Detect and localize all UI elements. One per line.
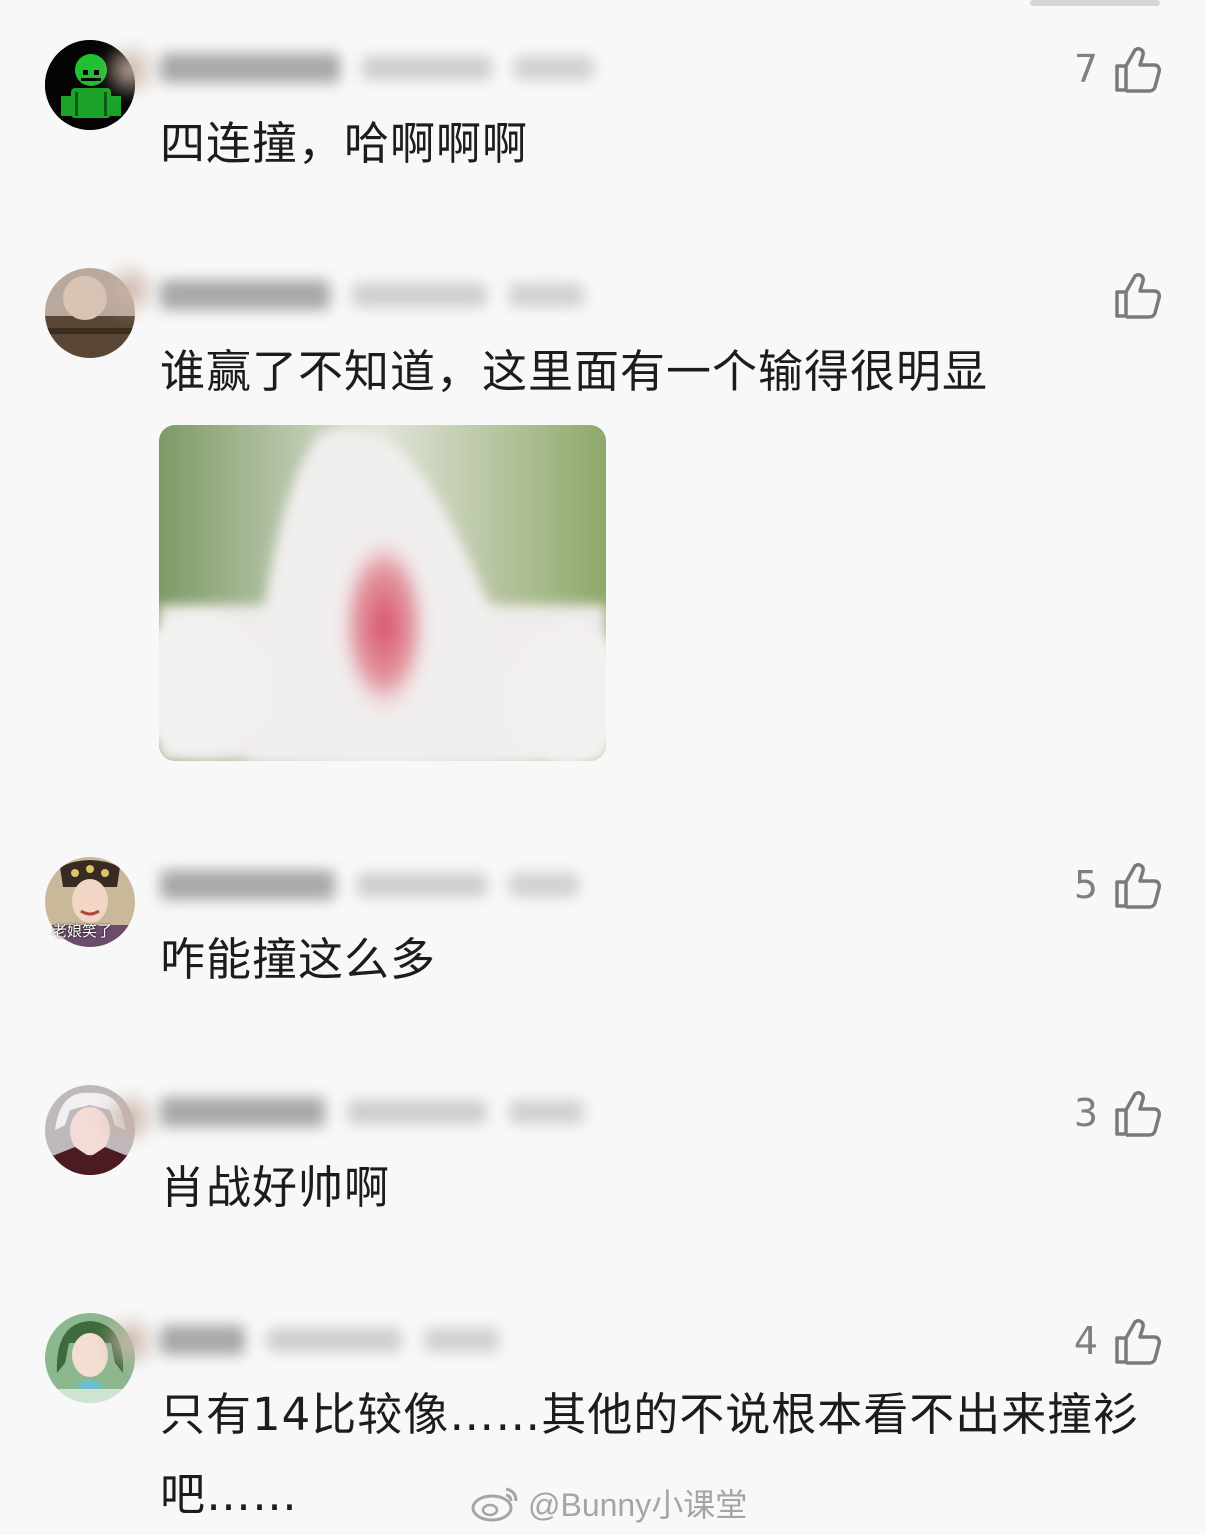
- watermark-text: @Bunny小课堂: [528, 1487, 748, 1523]
- username-blurred: [160, 280, 330, 310]
- user-meta-blurred: [160, 1092, 584, 1132]
- comment-image[interactable]: [159, 425, 606, 761]
- white-fluffy-cat-ear-photo: [159, 425, 606, 761]
- like-count: 3: [1073, 1091, 1098, 1135]
- avatar-blur-overlay: [100, 260, 160, 320]
- weibo-logo-icon: [471, 1487, 518, 1522]
- username-blurred: [160, 1325, 245, 1355]
- like-button[interactable]: 4: [1074, 1316, 1162, 1366]
- thumbs-up-icon: [1115, 1319, 1161, 1365]
- like-button[interactable]: 7: [1074, 44, 1162, 94]
- timestamp-blurred: [352, 283, 487, 307]
- like-button[interactable]: 3: [1074, 1088, 1162, 1138]
- thumbs-up-icon: [1115, 863, 1161, 909]
- timestamp-blurred: [267, 1328, 402, 1352]
- location-blurred: [509, 283, 584, 307]
- like-button[interactable]: 5: [1074, 860, 1162, 910]
- location-blurred: [514, 56, 594, 80]
- timestamp-blurred: [362, 56, 492, 80]
- username-blurred: [160, 1097, 325, 1127]
- user-meta-blurred: [160, 865, 579, 905]
- user-meta-blurred: [160, 275, 584, 315]
- like-count: 4: [1073, 1319, 1098, 1363]
- user-meta-blurred: [160, 1320, 499, 1360]
- comment-text: 肖战好帅啊: [160, 1161, 391, 1214]
- user-meta-blurred: [160, 48, 594, 88]
- like-count: 5: [1073, 863, 1098, 907]
- avatar-blur-overlay: [100, 40, 160, 100]
- like-button[interactable]: [1098, 270, 1162, 320]
- username-blurred: [160, 870, 335, 900]
- avatar-blur-overlay: [100, 1312, 160, 1372]
- timestamp-blurred: [347, 1100, 487, 1124]
- avatar-blur-overlay: [100, 1088, 160, 1148]
- comment-text: 四连撞，哈啊啊啊: [160, 117, 529, 170]
- comment-text: 咋能撞这么多: [160, 933, 437, 986]
- location-blurred: [509, 1100, 584, 1124]
- comment-text: 谁赢了不知道，这里面有一个输得很明显: [160, 345, 989, 398]
- avatar-caption: 老娘笑了: [52, 922, 113, 940]
- thumbs-up-icon: [1115, 47, 1161, 93]
- thumbs-up-icon: [1115, 273, 1161, 319]
- location-blurred: [509, 873, 579, 897]
- thumbs-up-icon: [1115, 1091, 1161, 1137]
- top-divider: [1030, 0, 1160, 6]
- watermark: @Bunny小课堂: [470, 1478, 747, 1528]
- timestamp-blurred: [357, 873, 487, 897]
- location-blurred: [424, 1328, 499, 1352]
- username-blurred: [160, 53, 340, 83]
- like-count: 7: [1073, 47, 1098, 91]
